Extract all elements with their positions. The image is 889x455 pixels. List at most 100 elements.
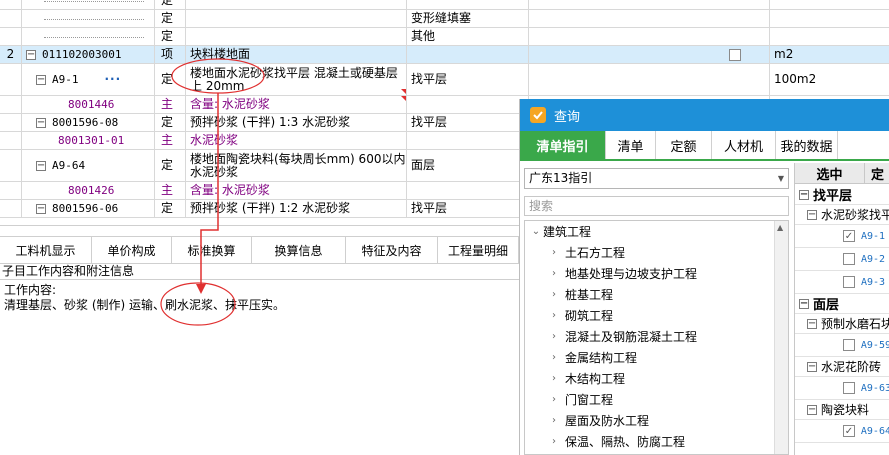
region-select[interactable]: 广东13指引 ▼ — [524, 168, 789, 189]
result-checkbox[interactable] — [843, 253, 855, 265]
work-text-before: 清理基层、砂浆 (制作) 运输、 — [4, 298, 165, 312]
tab-1[interactable]: 单价构成 — [92, 237, 172, 263]
tree-item[interactable]: › 土石方工程 — [547, 242, 625, 263]
work-content-area: 工作内容: 清理基层、砂浆 (制作) 运输、刷水泥浆、抹平压实。 — [4, 283, 285, 313]
result-item[interactable]: A9-3 — [795, 271, 889, 294]
tree-item[interactable]: › 木结构工程 — [547, 368, 625, 389]
tree-item[interactable]: › 金属结构工程 — [547, 347, 637, 368]
tree-item[interactable]: › 桩基工程 — [547, 284, 613, 305]
result-item[interactable]: ✓ A9-64 — [795, 420, 889, 443]
chevron-right-icon: › — [552, 415, 556, 426]
collapse-icon[interactable]: − — [807, 361, 817, 372]
search-input[interactable]: 搜索 — [524, 196, 789, 216]
row-number — [0, 64, 22, 95]
item-feature: 找平层 — [407, 64, 529, 95]
item-name: 预拌砂浆 (干拌) 1:2 水泥砂浆 — [186, 200, 407, 217]
result-subgroup[interactable]: − 水泥砂浆找平 — [795, 205, 889, 225]
query-tab-2[interactable]: 定额 — [656, 131, 712, 159]
scroll-up-icon: ▲ — [777, 223, 784, 232]
result-checkbox[interactable] — [843, 276, 855, 288]
tree-item[interactable]: › 砌筑工程 — [547, 305, 613, 326]
item-extra — [529, 46, 770, 63]
query-tab-1[interactable]: 清单 — [606, 131, 656, 159]
tab-2[interactable]: 标准换算 — [172, 237, 252, 263]
result-group-label: 面层 — [813, 298, 840, 313]
result-item[interactable]: ✓ A9-1 — [795, 225, 889, 248]
item-name: 含量: 水泥砂浆 — [186, 182, 407, 199]
item-name: 楼地面陶瓷块料(每块周长mm) 600以内 水泥砂浆 — [186, 150, 407, 181]
tree-item-label: 桩基工程 — [565, 288, 614, 302]
collapse-icon[interactable]: − — [807, 318, 817, 329]
result-checkbox[interactable] — [843, 339, 855, 351]
tab-3[interactable]: 换算信息 — [252, 237, 346, 263]
tree-item[interactable]: › 保温、隔热、防腐工程 — [547, 431, 685, 452]
result-checkbox[interactable] — [843, 382, 855, 394]
tree-item[interactable]: › 屋面及防水工程 — [547, 410, 649, 431]
item-code: − A9-64 — [22, 150, 155, 181]
chevron-right-icon: › — [552, 436, 556, 447]
result-group[interactable]: − 面层 — [795, 294, 889, 314]
query-tab-0[interactable]: 清单指引 — [520, 131, 606, 159]
tree-item-label: 砌筑工程 — [565, 309, 614, 323]
collapse-icon[interactable]: − — [807, 404, 817, 415]
query-tab-4[interactable]: 我的数据 — [776, 131, 838, 159]
chevron-right-icon: › — [552, 310, 556, 321]
collapse-icon[interactable]: − — [36, 203, 46, 214]
query-panel-titlebar[interactable]: 查询 — [520, 99, 889, 131]
tree-item[interactable]: › 地基处理与边坡支护工程 — [547, 263, 697, 284]
tree-connector — [44, 36, 144, 38]
grid-row[interactable]: 定 — [0, 0, 889, 10]
result-item[interactable]: A9-63 — [795, 377, 889, 400]
item-code-text: 8001596-08 — [52, 116, 119, 129]
result-item[interactable]: A9-2 — [795, 248, 889, 271]
item-code: 8001301-01 — [22, 132, 155, 149]
result-subgroup[interactable]: − 陶瓷块料 — [795, 400, 889, 420]
row-number — [0, 200, 22, 217]
row-checkbox[interactable] — [729, 48, 741, 61]
item-type: 定 — [155, 64, 186, 95]
grid-row[interactable]: 2−011102003001 项块料楼地面 m2 — [0, 46, 889, 64]
collapse-icon[interactable]: − — [36, 160, 46, 171]
item-type: 定 — [155, 200, 186, 217]
result-item[interactable]: A9-59 — [795, 334, 889, 357]
item-name: 块料楼地面 — [186, 46, 407, 63]
result-code: A9-63 — [860, 382, 889, 394]
row-number — [0, 150, 22, 181]
result-group-label: 陶瓷块料 — [821, 403, 870, 417]
chevron-right-icon: › — [552, 373, 556, 384]
collapse-icon[interactable]: − — [26, 49, 36, 60]
tree-item[interactable]: › 混凝土及钢筋混凝土工程 — [547, 326, 697, 347]
collapse-icon[interactable]: − — [799, 298, 809, 309]
result-checkbox[interactable]: ✓ — [843, 230, 855, 242]
collapse-icon[interactable]: − — [799, 189, 809, 200]
item-feature — [407, 182, 529, 199]
tab-5[interactable]: 工程量明细 — [438, 237, 519, 263]
grid-row[interactable]: 定 其他 — [0, 28, 889, 46]
grid-row[interactable]: 定 变形缝填塞 — [0, 10, 889, 28]
more-button[interactable]: ··· — [105, 73, 122, 86]
tree-scrollbar[interactable]: ▲ — [774, 221, 788, 454]
tab-0[interactable]: 工料机显示 — [0, 237, 92, 263]
query-tab-3[interactable]: 人材机 — [712, 131, 776, 159]
tab-4[interactable]: 特征及内容 — [346, 237, 438, 263]
tree-root[interactable]: ⌄ 建筑工程 — [529, 221, 591, 242]
result-subgroup[interactable]: − 预制水磨石块 — [795, 314, 889, 334]
item-unit: 100m2 — [774, 72, 817, 86]
tree-item[interactable]: › 门窗工程 — [547, 389, 613, 410]
item-type: 定 — [155, 28, 186, 45]
chevron-right-icon: › — [552, 394, 556, 405]
query-panel-title: 查询 — [554, 109, 581, 125]
row-number — [0, 28, 22, 45]
collapse-icon[interactable]: − — [36, 117, 46, 128]
collapse-icon[interactable]: − — [807, 209, 817, 220]
item-code: − A9-1 ··· — [22, 64, 155, 95]
item-unit: m2 — [774, 47, 794, 61]
collapse-icon[interactable]: − — [36, 74, 46, 85]
result-checkbox[interactable]: ✓ — [843, 425, 855, 437]
result-group[interactable]: − 找平层 — [795, 185, 889, 205]
row-number: 2 — [0, 46, 22, 63]
chevron-right-icon: › — [552, 352, 556, 363]
grid-row[interactable]: − A9-1 ··· 定楼地面水泥砂浆找平层 混凝土或硬基层上 20mm 找平层 100m… — [0, 64, 889, 96]
result-subgroup[interactable]: − 水泥花阶砖 — [795, 357, 889, 377]
item-feature — [407, 46, 529, 63]
